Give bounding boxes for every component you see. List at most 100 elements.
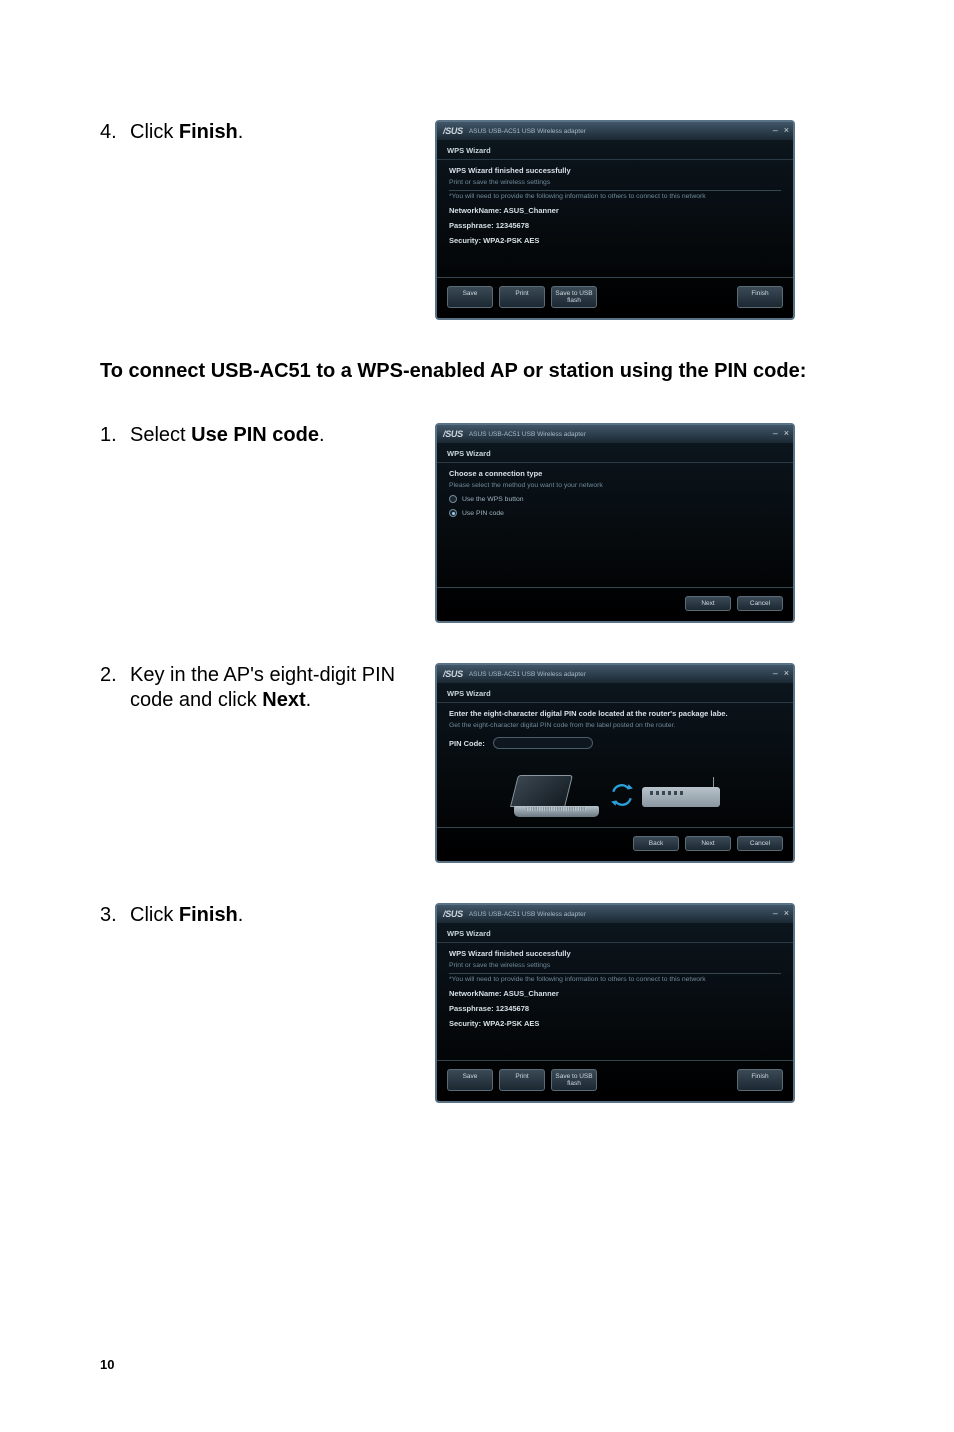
step-2-text: 2. Key in the AP's eight-digit PIN code …	[100, 663, 435, 713]
close-icon[interactable]: ×	[784, 908, 789, 918]
window-buttons: – ×	[773, 668, 789, 678]
wizard-body: WPS Wizard finished successfully Print o…	[437, 943, 793, 1036]
wizard-finish-note: *You will need to provide the following …	[449, 976, 781, 983]
next-button[interactable]: Next	[685, 836, 731, 851]
save-button[interactable]: Save	[447, 1069, 493, 1091]
step-2-number: 2.	[100, 663, 130, 713]
close-icon[interactable]: ×	[784, 125, 789, 135]
choose-sub: Please select the method you want to you…	[449, 482, 781, 489]
wizard-titlebar: /SUS ASUS USB-AC51 USB Wireless adapter …	[437, 425, 793, 443]
wizard-finish-note: *You will need to provide the following …	[449, 193, 781, 200]
step-3-row: 3. Click Finish. /SUS ASUS USB-AC51 USB …	[100, 903, 854, 1103]
wizard-pin-screenshot: /SUS ASUS USB-AC51 USB Wireless adapter …	[435, 663, 795, 863]
step-4-text: 4. Click Finish.	[100, 120, 435, 145]
wizard-breadcrumb: WPS Wizard	[437, 443, 793, 463]
back-button[interactable]: Back	[633, 836, 679, 851]
wizard-title: ASUS USB-AC51 USB Wireless adapter	[469, 128, 586, 135]
wizard-title: ASUS USB-AC51 USB Wireless adapter	[469, 911, 586, 918]
radio-use-pin[interactable]: Use PIN code	[449, 509, 781, 517]
step-3-number: 3.	[100, 903, 130, 928]
security: Security: WPA2-PSK AES	[449, 1019, 781, 1028]
save-usb-button[interactable]: Save to USB flash	[551, 1069, 597, 1091]
router-icon	[642, 787, 720, 807]
step-4-row: 4. Click Finish. /SUS ASUS USB-AC51 USB …	[100, 120, 854, 320]
step-1-bold: Use PIN code	[191, 424, 319, 446]
close-icon[interactable]: ×	[784, 668, 789, 678]
cancel-button[interactable]: Cancel	[737, 836, 783, 851]
passphrase: Passphrase: 12345678	[449, 1004, 781, 1013]
wizard-finish-screenshot-2: /SUS ASUS USB-AC51 USB Wireless adapter …	[435, 903, 795, 1103]
wizard-footer: Back Next Cancel	[437, 827, 793, 861]
pin-input[interactable]	[493, 737, 593, 749]
step-3-post: .	[238, 904, 244, 926]
next-button[interactable]: Next	[685, 596, 731, 611]
close-icon[interactable]: ×	[784, 428, 789, 438]
wizard-finish-sub: Print or save the wireless settings	[449, 179, 781, 186]
finish-button[interactable]: Finish	[737, 286, 783, 308]
step-1-body: Select Use PIN code.	[130, 423, 435, 448]
save-usb-button[interactable]: Save to USB flash	[551, 286, 597, 308]
network-name: NetworkName: ASUS_Channer	[449, 989, 781, 998]
step-3-body: Click Finish.	[130, 903, 435, 928]
save-button[interactable]: Save	[447, 286, 493, 308]
step-4-post: .	[238, 121, 244, 143]
step-4-number: 4.	[100, 120, 130, 145]
wizard-breadcrumb: WPS Wizard	[437, 683, 793, 703]
wizard-title: ASUS USB-AC51 USB Wireless adapter	[469, 431, 586, 438]
pin-label: PIN Code:	[449, 739, 485, 748]
asus-logo: /SUS	[443, 429, 463, 439]
asus-logo: /SUS	[443, 909, 463, 919]
finish-button[interactable]: Finish	[737, 1069, 783, 1091]
radio-icon	[449, 509, 457, 517]
step-1-post: .	[319, 424, 325, 446]
wizard-choose-screenshot: /SUS ASUS USB-AC51 USB Wireless adapter …	[435, 423, 795, 623]
divider	[449, 190, 781, 191]
asus-logo: /SUS	[443, 126, 463, 136]
wizard-footer: Save Print Save to USB flash Finish	[437, 277, 793, 318]
step-4-pre: Click	[130, 121, 179, 143]
document-page: 4. Click Finish. /SUS ASUS USB-AC51 USB …	[0, 0, 954, 1432]
wizard-footer: Save Print Save to USB flash Finish	[437, 1060, 793, 1101]
minimize-icon[interactable]: –	[773, 668, 778, 678]
wizard-footer: Next Cancel	[437, 587, 793, 621]
wizard-titlebar: /SUS ASUS USB-AC51 USB Wireless adapter …	[437, 122, 793, 140]
window-buttons: – ×	[773, 428, 789, 438]
divider	[449, 973, 781, 974]
step-1-number: 1.	[100, 423, 130, 448]
radio-icon	[449, 495, 457, 503]
window-buttons: – ×	[773, 908, 789, 918]
wizard-breadcrumb: WPS Wizard	[437, 140, 793, 160]
pin-row: PIN Code:	[449, 737, 781, 749]
wizard-body: WPS Wizard finished successfully Print o…	[437, 160, 793, 253]
step-2-post: .	[306, 689, 312, 711]
step-1-pre: Select	[130, 424, 191, 446]
laptop-router-illustration	[510, 767, 720, 827]
choose-heading: Choose a connection type	[449, 469, 781, 478]
print-button[interactable]: Print	[499, 286, 545, 308]
wizard-finish-heading: WPS Wizard finished successfully	[449, 166, 781, 175]
print-button[interactable]: Print	[499, 1069, 545, 1091]
step-4-body: Click Finish.	[130, 120, 435, 145]
pin-heading: Enter the eight-character digital PIN co…	[449, 709, 781, 718]
wizard-titlebar: /SUS ASUS USB-AC51 USB Wireless adapter …	[437, 665, 793, 683]
minimize-icon[interactable]: –	[773, 428, 778, 438]
network-name: NetworkName: ASUS_Channer	[449, 206, 781, 215]
page-number: 10	[100, 1357, 114, 1372]
passphrase: Passphrase: 12345678	[449, 221, 781, 230]
minimize-icon[interactable]: –	[773, 125, 778, 135]
cancel-button[interactable]: Cancel	[737, 596, 783, 611]
wizard-titlebar: /SUS ASUS USB-AC51 USB Wireless adapter …	[437, 905, 793, 923]
radio-wps-label: Use the WPS button	[462, 496, 524, 503]
pin-sub: Get the eight-character digital PIN code…	[449, 722, 781, 729]
step-3-pre: Click	[130, 904, 179, 926]
step-3-bold: Finish	[179, 904, 238, 926]
wizard-finish-sub: Print or save the wireless settings	[449, 962, 781, 969]
minimize-icon[interactable]: –	[773, 908, 778, 918]
step-4-bold: Finish	[179, 121, 238, 143]
wizard-finish-heading: WPS Wizard finished successfully	[449, 949, 781, 958]
radio-wps-button[interactable]: Use the WPS button	[449, 495, 781, 503]
wizard-breadcrumb: WPS Wizard	[437, 923, 793, 943]
step-2-row: 2. Key in the AP's eight-digit PIN code …	[100, 663, 854, 863]
wizard-body: Enter the eight-character digital PIN co…	[437, 703, 793, 751]
step-2-bold: Next	[262, 689, 305, 711]
